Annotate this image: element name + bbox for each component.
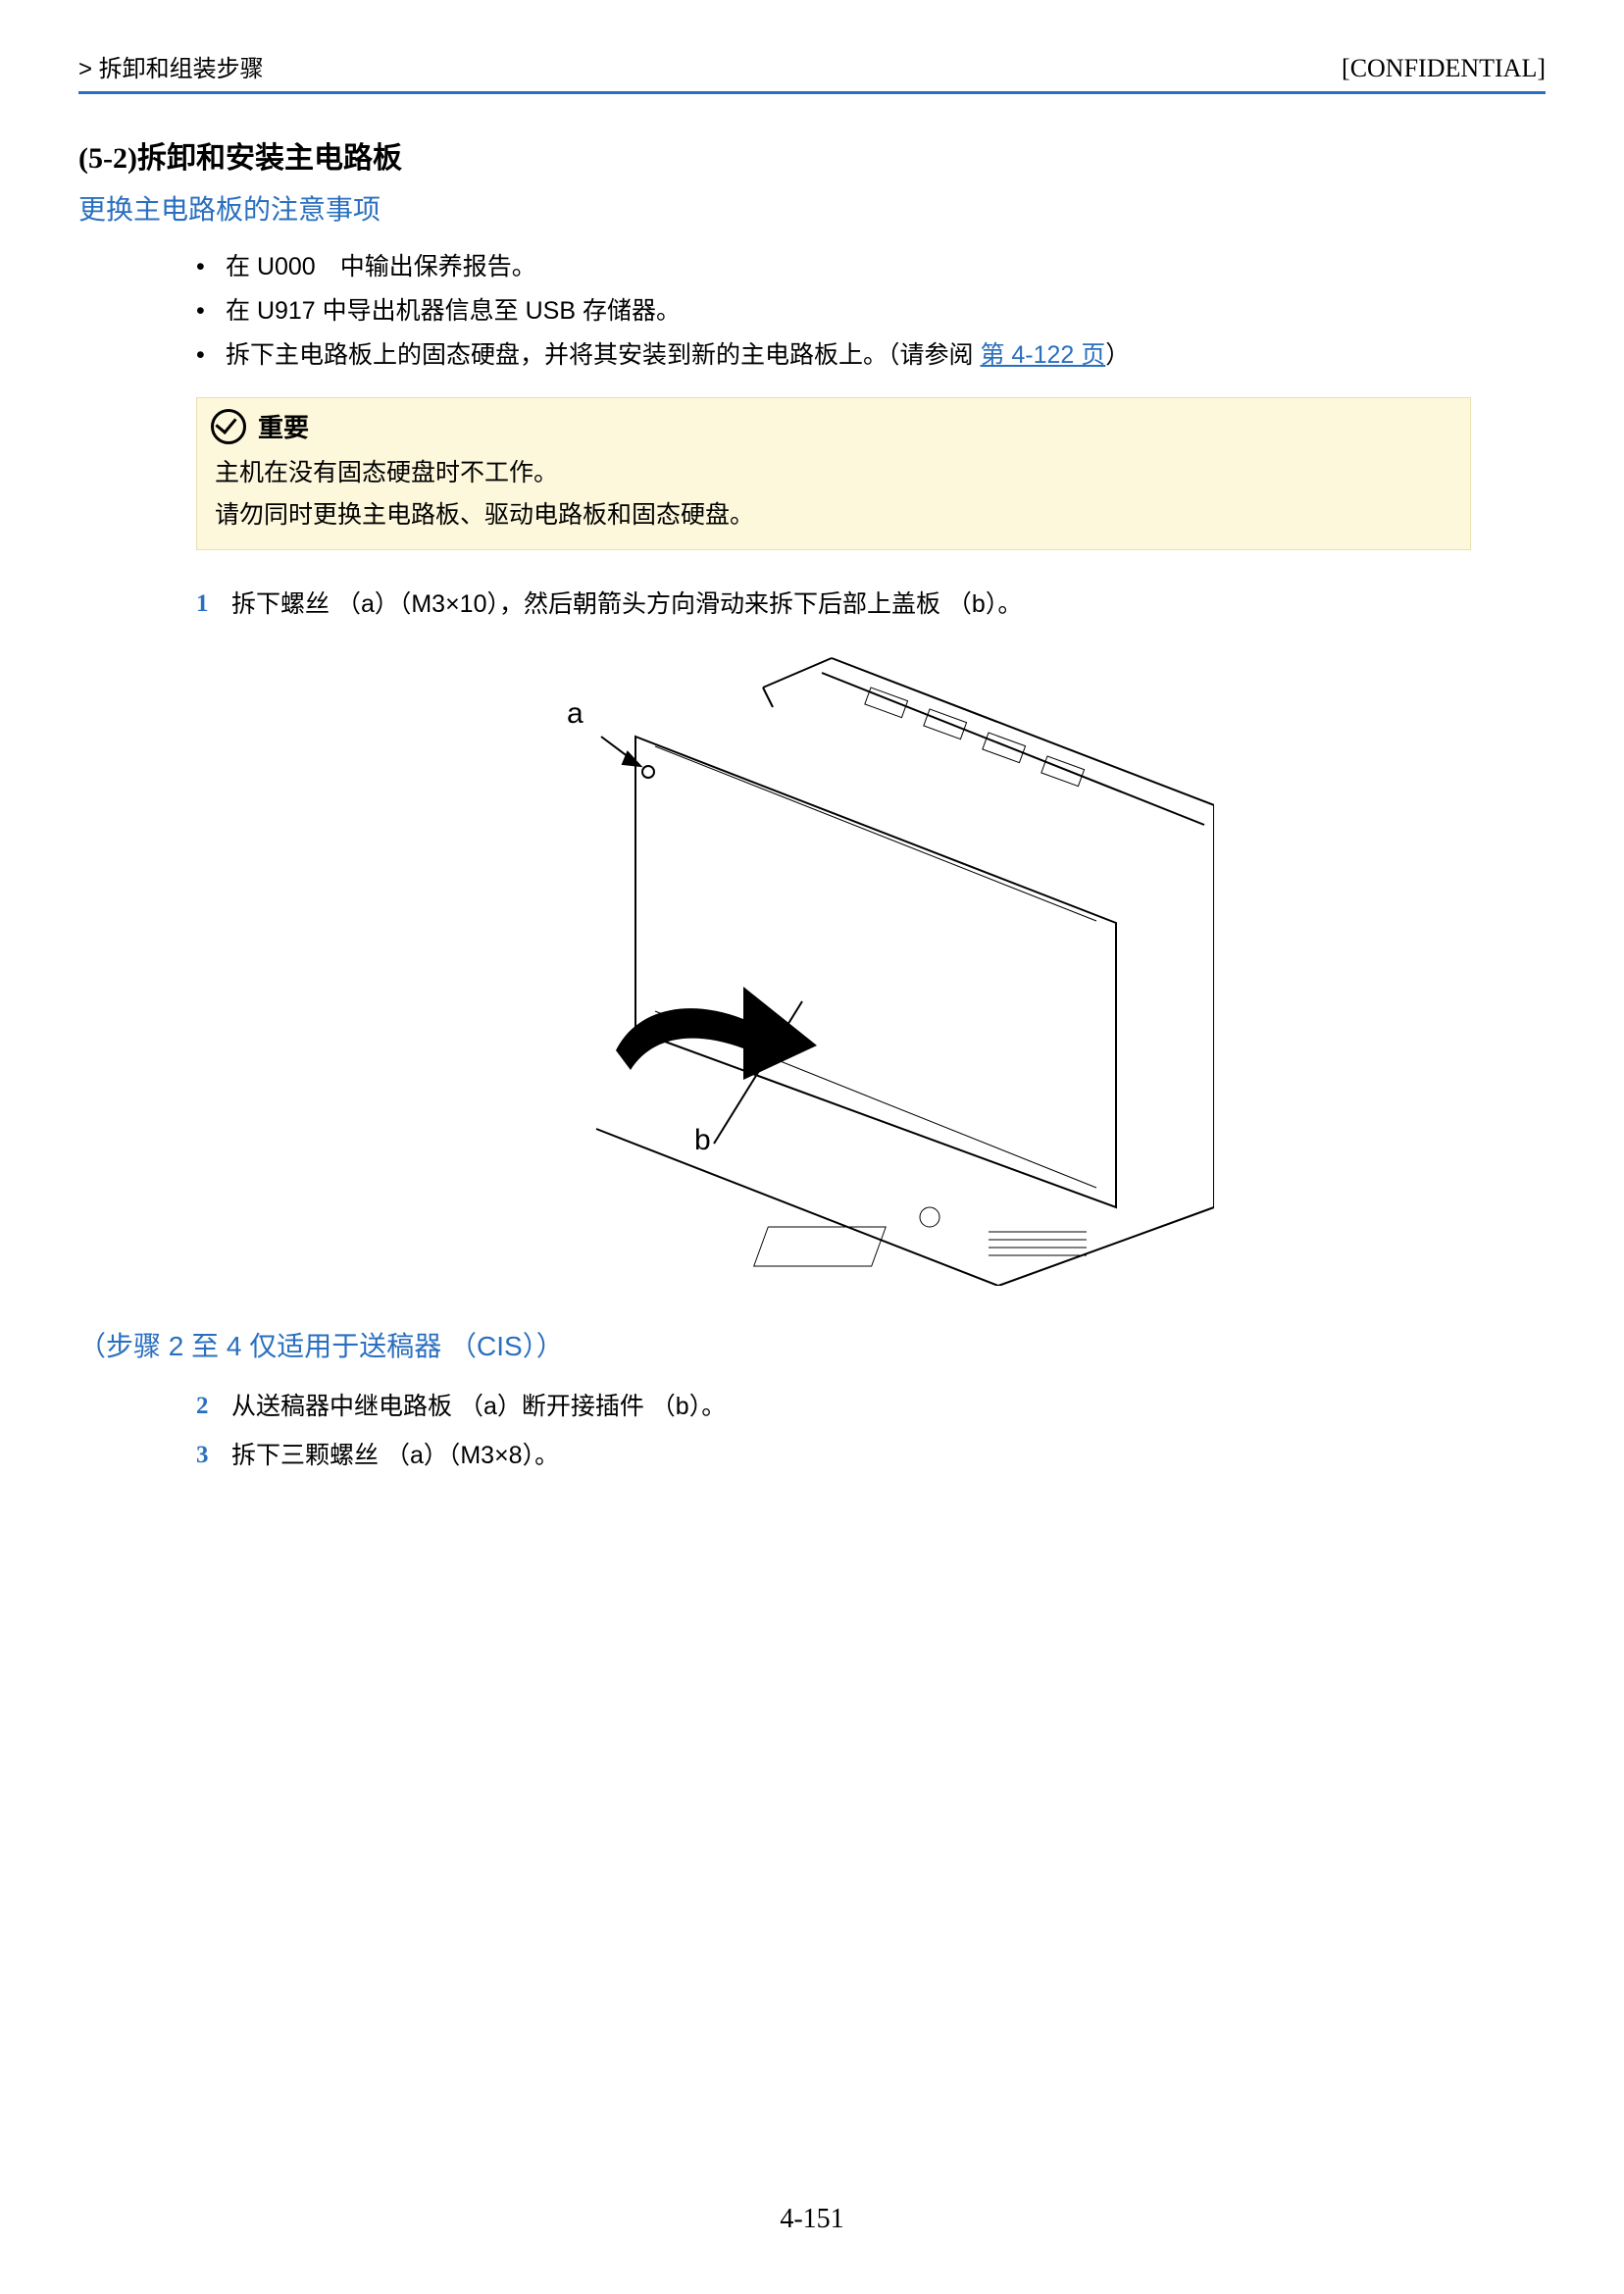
- step-item: 1 拆下螺丝 （a）（M3×10），然后朝箭头方向滑动来拆下后部上盖板 （b）。: [196, 580, 1546, 629]
- bullet-list: 在 U000 中输出保养报告。 在 U917 中导出机器信息至 USB 存储器。…: [196, 245, 1546, 378]
- check-circle-icon: [211, 409, 246, 444]
- step-number: 3: [196, 1431, 231, 1480]
- step-text: 拆下三颗螺丝 （a）（M3×8）。: [231, 1431, 559, 1480]
- header: > 拆卸和组装步骤 [CONFIDENTIAL]: [78, 49, 1546, 91]
- figure-svg: [410, 648, 1214, 1286]
- figure-label-b: b: [694, 1124, 711, 1157]
- page-number: 4-151: [0, 2204, 1624, 2235]
- note-heading: 重要: [197, 398, 1470, 448]
- page: > 拆卸和组装步骤 [CONFIDENTIAL] (5-2)拆卸和安装主电路板 …: [0, 0, 1624, 2294]
- important-note: 重要 主机在没有固态硬盘时不工作。 请勿同时更换主电路板、驱动电路板和固态硬盘。: [196, 397, 1471, 550]
- breadcrumb: > 拆卸和组装步骤: [78, 49, 264, 83]
- figure-label-a: a: [567, 697, 584, 731]
- step-number: 1: [196, 580, 231, 629]
- step-list: 2 从送稿器中继电路板 （a）断开接插件 （b）。 3 拆下三颗螺丝 （a）（M…: [196, 1382, 1546, 1480]
- figure: a b: [410, 648, 1214, 1286]
- list-text: 在 U917 中导出机器信息至 USB 存储器。: [226, 297, 681, 325]
- note-body: 主机在没有固态硬盘时不工作。 请勿同时更换主电路板、驱动电路板和固态硬盘。: [197, 448, 1470, 549]
- step-list: 1 拆下螺丝 （a）（M3×10），然后朝箭头方向滑动来拆下后部上盖板 （b）。: [196, 580, 1546, 629]
- header-divider: [78, 91, 1546, 94]
- list-text: 拆下主电路板上的固态硬盘，并将其安装到新的主电路板上。（请参阅: [226, 341, 980, 369]
- list-item: 在 U000 中输出保养报告。: [196, 245, 1546, 289]
- sub-heading: 更换主电路板的注意事项: [78, 188, 1546, 228]
- step-text: 拆下螺丝 （a）（M3×10），然后朝箭头方向滑动来拆下后部上盖板 （b）。: [231, 580, 1022, 629]
- list-text: 在 U000 中输出保养报告。: [226, 253, 536, 280]
- note-line: 主机在没有固态硬盘时不工作。: [215, 452, 1452, 494]
- list-text: ）: [1105, 341, 1130, 369]
- step-item: 2 从送稿器中继电路板 （a）断开接插件 （b）。: [196, 1382, 1546, 1431]
- step-item: 3 拆下三颗螺丝 （a）（M3×8）。: [196, 1431, 1546, 1480]
- list-item: 拆下主电路板上的固态硬盘，并将其安装到新的主电路板上。（请参阅 第 4-122 …: [196, 333, 1546, 378]
- sub-section-heading: （步骤 2 至 4 仅适用于送稿器 （CIS））: [78, 1325, 1546, 1364]
- page-ref-link[interactable]: 第 4-122 页: [980, 341, 1105, 369]
- note-title: 重要: [258, 408, 309, 444]
- step-number: 2: [196, 1382, 231, 1431]
- section-title: (5-2)拆卸和安装主电路板: [78, 133, 1546, 177]
- note-line: 请勿同时更换主电路板、驱动电路板和固态硬盘。: [215, 494, 1452, 536]
- confidential-label: [CONFIDENTIAL]: [1342, 54, 1546, 83]
- list-item: 在 U917 中导出机器信息至 USB 存储器。: [196, 289, 1546, 333]
- step-text: 从送稿器中继电路板 （a）断开接插件 （b）。: [231, 1382, 726, 1431]
